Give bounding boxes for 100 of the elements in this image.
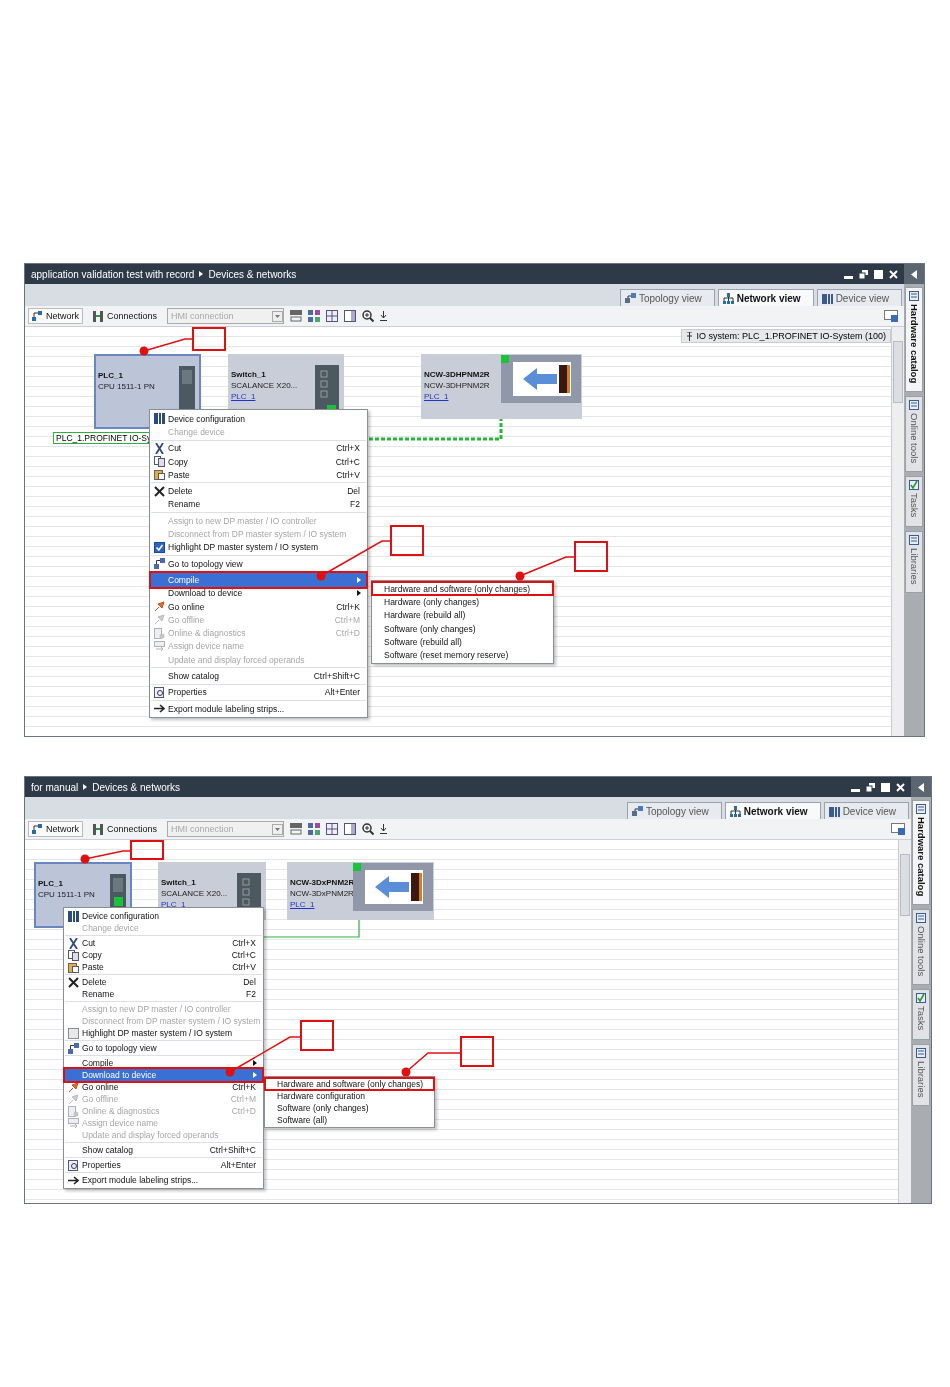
- menu-item[interactable]: Copy Ctrl+C: [65, 949, 262, 961]
- menu-item[interactable]: Hardware (only changes): [372, 595, 553, 609]
- menu-item[interactable]: Paste Ctrl+V: [65, 961, 262, 973]
- menu-item[interactable]: Highlight DP master system / IO system: [65, 1027, 262, 1039]
- network-link[interactable]: PLC_1: [161, 899, 186, 910]
- network-button[interactable]: Network: [28, 308, 83, 324]
- scroll-thumb[interactable]: [900, 854, 910, 916]
- menu-item[interactable]: Software (only changes): [372, 621, 553, 636]
- menu-item[interactable]: Rename F2: [151, 497, 366, 512]
- connections-icon: [93, 310, 103, 322]
- vertical-scrollbar[interactable]: [891, 327, 904, 736]
- grid-icon[interactable]: [290, 310, 303, 322]
- chevron-icon: [199, 271, 204, 277]
- device-node[interactable]: NCW-3DxPNM2R NCW-3DxPNM2R PLC_1: [287, 862, 434, 920]
- table-icon[interactable]: [326, 823, 339, 835]
- breadcrumb-item[interactable]: for manual: [31, 781, 79, 793]
- network-link[interactable]: PLC_1: [231, 391, 256, 402]
- view-tab[interactable]: Topology view: [626, 802, 722, 819]
- menu-item[interactable]: Delete Del: [151, 484, 366, 498]
- copy-icon: [67, 949, 79, 961]
- devices-icon[interactable]: [308, 310, 321, 322]
- menu-item[interactable]: Software (reset memory reserve): [372, 648, 553, 662]
- restore-icon[interactable]: [859, 269, 868, 279]
- menu-item[interactable]: Properties Alt+Enter: [65, 1159, 262, 1171]
- menu-item[interactable]: Highlight DP master system / IO system: [151, 540, 366, 554]
- maximize-icon[interactable]: [881, 782, 890, 792]
- menu-item[interactable]: Hardware configuration: [265, 1090, 434, 1102]
- device-type: CPU 1511-1 PN: [98, 381, 155, 392]
- overview-icon[interactable]: [891, 823, 905, 835]
- network-icon: [67, 1042, 79, 1054]
- menu-item[interactable]: Hardware and software (only changes): [265, 1078, 434, 1090]
- menu-item[interactable]: Properties Alt+Enter: [151, 685, 366, 699]
- side-tab[interactable]: Libraries: [912, 1043, 930, 1107]
- menu-item[interactable]: Software (rebuild all): [372, 635, 553, 649]
- side-tab[interactable]: Hardware catalog: [905, 287, 923, 393]
- view-tab[interactable]: Device view: [816, 289, 902, 306]
- device-node[interactable]: NCW-3DHPNM2R NCW-3DHPNM2R PLC_1: [421, 354, 582, 419]
- menu-item[interactable]: Show catalog Ctrl+Shift+C: [65, 1144, 262, 1156]
- menu-item[interactable]: Copy Ctrl+C: [151, 454, 366, 469]
- menu-item[interactable]: Cut Ctrl+X: [65, 937, 262, 949]
- panel-icon[interactable]: [344, 310, 357, 322]
- scroll-thumb[interactable]: [893, 341, 903, 403]
- breadcrumb-item[interactable]: Devices & networks: [208, 268, 297, 280]
- vertical-scrollbar[interactable]: [898, 840, 911, 1203]
- connections-button[interactable]: Connections: [89, 308, 162, 324]
- view-tab[interactable]: Device view: [823, 802, 909, 819]
- network-button[interactable]: Network: [28, 821, 83, 837]
- menu-item[interactable]: Show catalog Ctrl+Shift+C: [151, 669, 366, 683]
- maximize-icon[interactable]: [874, 269, 883, 279]
- side-tab[interactable]: Tasks: [905, 476, 923, 527]
- menu-item[interactable]: Export module labeling strips...: [65, 1174, 262, 1186]
- checkbox[interactable]: [153, 541, 165, 553]
- menu-item[interactable]: Cut Ctrl+X: [151, 441, 366, 455]
- connections-button[interactable]: Connections: [89, 821, 162, 837]
- menu-item[interactable]: Export module labeling strips...: [151, 701, 366, 716]
- grid-icon[interactable]: [290, 823, 303, 835]
- menu-item[interactable]: Go to topology view: [151, 556, 366, 571]
- menu-item[interactable]: Download to device: [151, 586, 366, 600]
- zoom-icon[interactable]: [362, 823, 375, 835]
- menu-item[interactable]: Hardware (rebuild all): [372, 608, 553, 622]
- side-tab[interactable]: Tasks: [912, 989, 930, 1040]
- table-icon[interactable]: [326, 310, 339, 322]
- network-link[interactable]: PLC_1: [424, 391, 449, 402]
- side-tab[interactable]: Online tools: [912, 909, 930, 986]
- menu-item[interactable]: Go online Ctrl+K: [151, 599, 366, 614]
- device-node[interactable]: Switch_1 SCALANCE X20... PLC_1: [228, 354, 344, 412]
- breadcrumb-item[interactable]: Devices & networks: [92, 781, 181, 793]
- menu-item[interactable]: Go online Ctrl+K: [65, 1081, 262, 1093]
- view-tab[interactable]: Topology view: [619, 289, 715, 306]
- overview-icon[interactable]: [884, 310, 898, 322]
- device-name: PLC_1: [38, 878, 63, 889]
- menu-item[interactable]: Delete Del: [65, 976, 262, 988]
- checkbox[interactable]: [67, 1027, 79, 1039]
- restore-icon[interactable]: [866, 782, 875, 792]
- menu-item[interactable]: Software (all): [265, 1114, 434, 1126]
- breadcrumb-item[interactable]: application validation test with record: [31, 268, 195, 280]
- side-tab[interactable]: Online tools: [905, 396, 923, 473]
- menu-item[interactable]: Rename F2: [65, 988, 262, 1000]
- io-system-label: IO system: PLC_1.PROFINET IO-System (100): [680, 329, 891, 343]
- devices-icon[interactable]: [308, 823, 321, 835]
- zoom-icon[interactable]: [362, 310, 375, 322]
- collapse-icon[interactable]: [918, 782, 924, 792]
- panel-icon[interactable]: [344, 823, 357, 835]
- network-link[interactable]: PLC_1: [290, 899, 315, 910]
- menu-item[interactable]: Go to topology view: [65, 1042, 262, 1054]
- menu-item[interactable]: Hardware and software (only changes): [372, 582, 553, 596]
- side-tab[interactable]: Hardware catalog: [912, 800, 930, 906]
- menu-item[interactable]: Paste Ctrl+V: [151, 468, 366, 482]
- collapse-icon[interactable]: [911, 269, 917, 279]
- view-tab[interactable]: Network view: [724, 802, 821, 819]
- close-icon[interactable]: [889, 269, 898, 279]
- view-tab[interactable]: Network view: [717, 289, 814, 306]
- download-arrow-icon[interactable]: [380, 824, 388, 834]
- close-icon[interactable]: [896, 782, 905, 792]
- menu-item[interactable]: Compile: [151, 573, 366, 587]
- pin-icon: [685, 331, 693, 341]
- side-tab[interactable]: Libraries: [905, 530, 923, 594]
- menu-item[interactable]: Software (only changes): [265, 1102, 434, 1114]
- menu-item[interactable]: Download to device: [65, 1069, 262, 1081]
- download-arrow-icon[interactable]: [380, 311, 388, 321]
